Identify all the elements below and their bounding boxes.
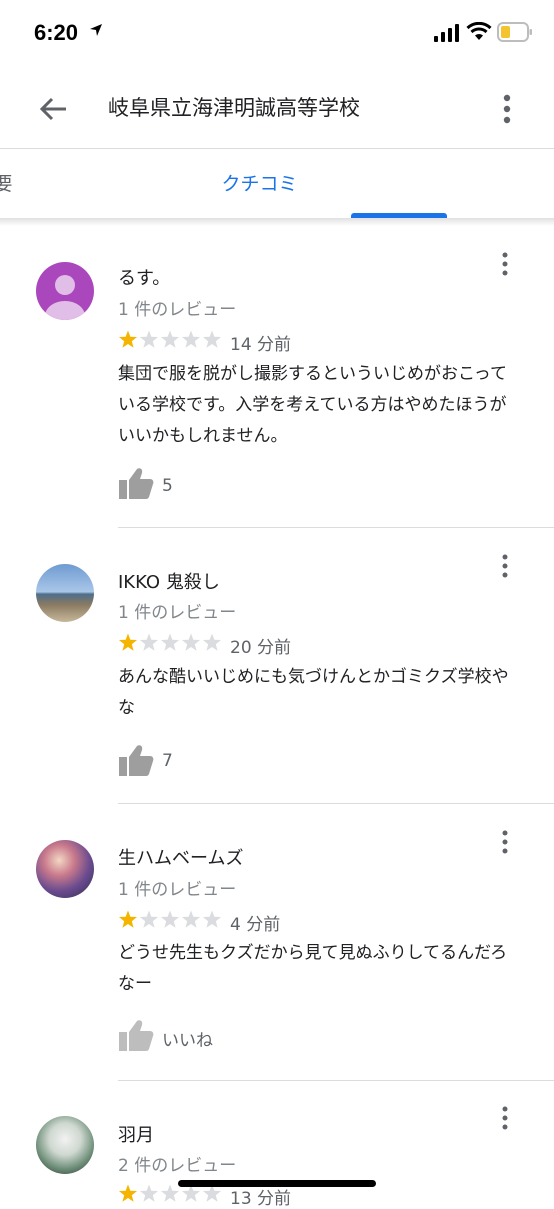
review-count: 1 件のレビュー bbox=[118, 880, 237, 900]
star-icon bbox=[202, 330, 222, 348]
star-rating bbox=[118, 633, 222, 651]
avatar[interactable] bbox=[36, 564, 94, 622]
star-icon bbox=[160, 633, 180, 651]
thumb-up-icon[interactable] bbox=[118, 1018, 154, 1052]
default-avatar-icon bbox=[45, 275, 85, 320]
star-rating bbox=[118, 330, 222, 348]
reviewer-name[interactable]: 羽月 bbox=[118, 1121, 154, 1147]
star-icon bbox=[139, 1184, 159, 1202]
tab-bar: 概要 クチコミ bbox=[0, 149, 554, 219]
review-text: あんな酷いいじめにも気づけんとかゴミクズ学校やな bbox=[118, 667, 509, 718]
star-icon bbox=[160, 1184, 180, 1202]
star-rating bbox=[118, 1184, 222, 1202]
like-count: 7 bbox=[162, 751, 173, 771]
thumb-up-icon[interactable] bbox=[118, 743, 154, 777]
star-icon bbox=[139, 910, 159, 928]
reviewer-name[interactable]: 生ハムベームズ bbox=[118, 844, 243, 870]
more-vert-icon[interactable] bbox=[496, 554, 514, 578]
review-time: 14 分前 bbox=[230, 335, 292, 355]
wifi-icon bbox=[466, 22, 492, 40]
star-icon bbox=[118, 910, 138, 928]
home-indicator[interactable] bbox=[178, 1180, 376, 1187]
review-count: 1 件のレビュー bbox=[118, 300, 237, 320]
like-count: 5 bbox=[162, 476, 173, 496]
avatar[interactable] bbox=[36, 840, 94, 898]
star-icon bbox=[202, 1184, 222, 1202]
review-time: 13 分前 bbox=[230, 1189, 292, 1209]
like-button-label[interactable]: いいね bbox=[162, 1026, 213, 1051]
tab-overview[interactable]: 概要 bbox=[0, 149, 132, 219]
reviewer-name[interactable]: IKKO 鬼殺し bbox=[118, 568, 220, 594]
divider bbox=[118, 527, 554, 528]
review-count: 2 件のレビュー bbox=[118, 1156, 237, 1176]
more-vert-icon[interactable] bbox=[496, 830, 514, 854]
star-icon bbox=[139, 330, 159, 348]
review-time: 20 分前 bbox=[230, 638, 292, 658]
app-bar: 岐阜県立海津明誠高等学校 bbox=[0, 66, 554, 148]
reviewer-name[interactable]: るす。 bbox=[118, 264, 170, 290]
star-icon bbox=[160, 330, 180, 348]
star-icon bbox=[160, 910, 180, 928]
more-vert-icon[interactable] bbox=[496, 92, 518, 126]
status-bar: 6:20 bbox=[0, 0, 554, 66]
location-arrow-icon bbox=[90, 24, 102, 36]
divider bbox=[118, 803, 554, 804]
star-icon bbox=[181, 1184, 201, 1202]
signal-icon bbox=[434, 24, 459, 42]
more-vert-icon[interactable] bbox=[496, 1106, 514, 1130]
star-icon bbox=[181, 910, 201, 928]
star-icon bbox=[202, 633, 222, 651]
avatar[interactable] bbox=[36, 262, 94, 320]
page-title: 岐阜県立海津明誠高等学校 bbox=[108, 96, 360, 120]
review-count: 1 件のレビュー bbox=[118, 603, 237, 623]
star-icon bbox=[181, 330, 201, 348]
back-arrow-icon[interactable] bbox=[36, 92, 70, 126]
battery-icon bbox=[497, 22, 532, 42]
review-text: 集団で服を脱がし撮影するといういじめがおこっている学校です。入学を考えている方は… bbox=[118, 364, 507, 446]
star-icon bbox=[118, 330, 138, 348]
star-icon bbox=[139, 633, 159, 651]
thumb-up-icon[interactable] bbox=[118, 466, 154, 500]
avatar[interactable] bbox=[36, 1116, 94, 1174]
star-icon bbox=[118, 1184, 138, 1202]
tab-bar-shadow bbox=[0, 218, 554, 226]
more-vert-icon[interactable] bbox=[496, 252, 514, 276]
tab-reviews[interactable]: クチコミ bbox=[121, 149, 398, 219]
star-rating bbox=[118, 910, 222, 928]
review-time: 4 分前 bbox=[230, 915, 281, 935]
star-icon bbox=[202, 910, 222, 928]
divider bbox=[118, 1080, 554, 1081]
review-text: どうせ先生もクズだから見て見ぬふりしてるんだろなー bbox=[118, 943, 508, 994]
star-icon bbox=[181, 633, 201, 651]
star-icon bbox=[118, 633, 138, 651]
status-time: 6:20 bbox=[34, 20, 79, 45]
